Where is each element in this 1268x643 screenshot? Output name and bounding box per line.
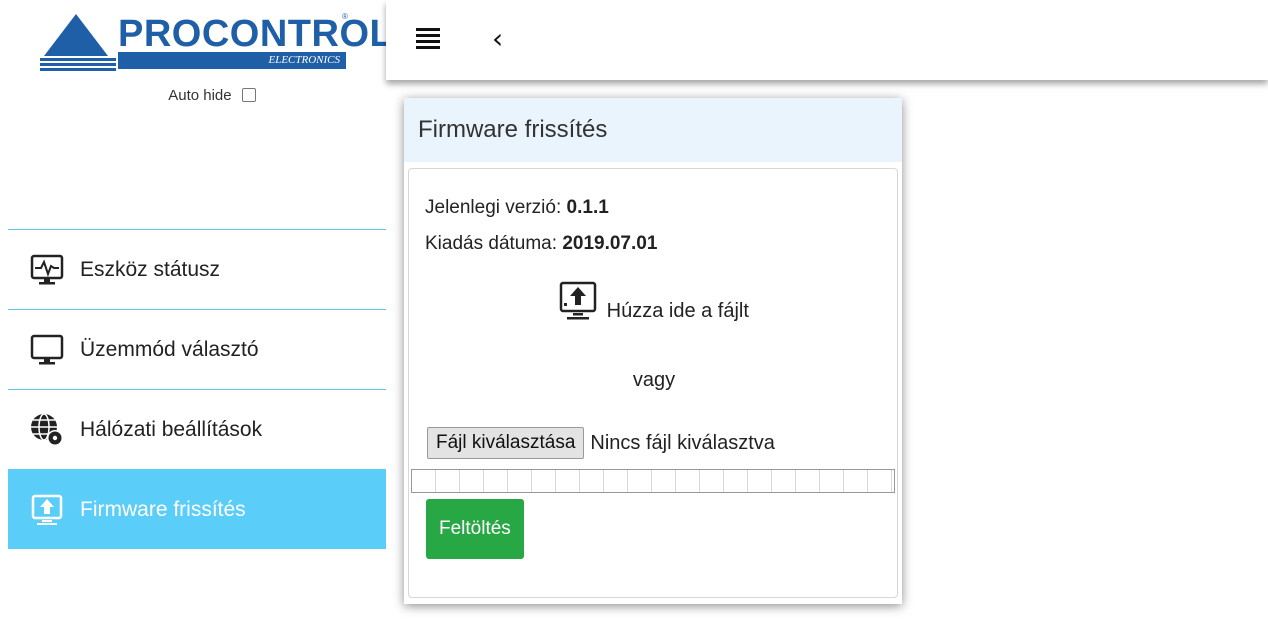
globe-gear-icon bbox=[28, 411, 66, 449]
upload-button[interactable]: Feltöltés bbox=[426, 499, 524, 559]
release-date-row: Kiadás dátuma: 2019.07.01 bbox=[425, 233, 657, 255]
version-row: Jelenlegi verzió: 0.1.1 bbox=[425, 197, 609, 219]
drop-text: Húzza ide a fájlt bbox=[606, 300, 749, 322]
sidebar-item-label: Firmware frissítés bbox=[80, 497, 246, 521]
sidebar-item-network-settings[interactable]: Hálózati beállítások bbox=[8, 389, 386, 469]
upload-monitor-icon bbox=[28, 491, 66, 529]
hamburger-icon[interactable] bbox=[416, 28, 440, 52]
brand-name: PROCONTROL bbox=[118, 13, 394, 55]
firmware-card: Firmware frissítés Jelenlegi verzió: 0.1… bbox=[404, 98, 902, 604]
sidebar-nav: Eszköz státusz Üzemmód választó Hálózati… bbox=[8, 229, 386, 549]
registered-mark: ® bbox=[342, 12, 348, 21]
choose-file-button[interactable]: Fájl kiválasztása bbox=[427, 427, 585, 459]
monitor-icon bbox=[28, 331, 66, 369]
file-drop-zone[interactable]: Húzza ide a fájlt bbox=[409, 281, 899, 327]
card-body: Jelenlegi verzió: 0.1.1 Kiadás dátuma: 2… bbox=[408, 168, 898, 598]
sidebar-item-mode-selector[interactable]: Üzemmód választó bbox=[8, 309, 386, 389]
sidebar-item-device-status[interactable]: Eszköz státusz bbox=[8, 229, 386, 309]
upload-monitor-icon bbox=[559, 281, 597, 327]
sidebar: PROCONTROL ® ELECTRONICS Auto hide Eszkö… bbox=[0, 0, 393, 643]
chevron-left-icon[interactable]: ‹ bbox=[492, 24, 503, 54]
file-input-row: Fájl kiválasztása Nincs fájl kiválasztva bbox=[427, 427, 775, 459]
sidebar-item-firmware-update[interactable]: Firmware frissítés bbox=[8, 469, 386, 549]
file-status-text: Nincs fájl kiválasztva bbox=[590, 431, 775, 454]
or-text: vagy bbox=[632, 369, 676, 391]
release-date-label: Kiadás dátuma: bbox=[425, 233, 558, 254]
auto-hide-checkbox[interactable] bbox=[241, 88, 256, 103]
auto-hide-row: Auto hide bbox=[0, 86, 386, 104]
sidebar-item-label: Üzemmód választó bbox=[80, 337, 259, 361]
top-bar: ‹ bbox=[386, 0, 1268, 80]
brand-tagline: ELECTRONICS bbox=[118, 52, 346, 69]
auto-hide-label: Auto hide bbox=[168, 86, 232, 104]
procontrol-logo: PROCONTROL ® ELECTRONICS bbox=[40, 12, 393, 72]
sidebar-item-label: Eszköz státusz bbox=[80, 257, 221, 281]
monitor-pulse-icon bbox=[28, 251, 66, 289]
upload-progress-bar bbox=[411, 469, 895, 493]
card-title: Firmware frissítés bbox=[404, 98, 902, 162]
version-label: Jelenlegi verzió: bbox=[425, 197, 562, 218]
version-value: 0.1.1 bbox=[566, 197, 609, 218]
sidebar-item-label: Hálózati beállítások bbox=[80, 417, 263, 441]
release-date-value: 2019.07.01 bbox=[562, 233, 658, 254]
logo-triangle-icon bbox=[40, 14, 116, 71]
